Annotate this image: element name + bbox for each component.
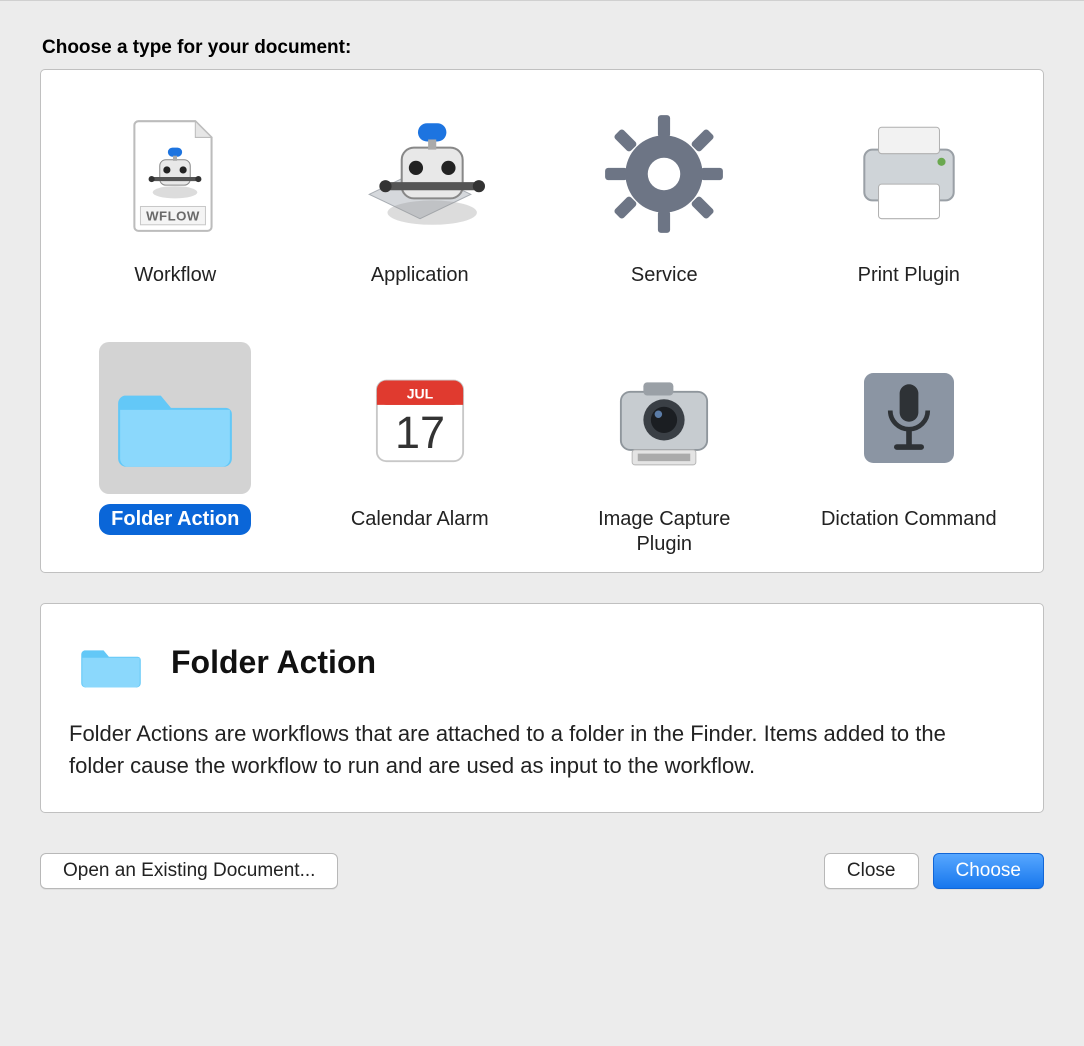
microphone-icon xyxy=(833,342,985,494)
automator-new-document-sheet: Choose a type for your document: Workflo… xyxy=(0,0,1084,1046)
detail-title: Folder Action xyxy=(171,644,376,681)
type-item-label: Folder Action xyxy=(99,504,251,535)
calendar-icon xyxy=(344,342,496,494)
detail-description: Folder Actions are workflows that are at… xyxy=(69,718,989,782)
type-item-label: Dictation Command xyxy=(809,504,1009,535)
type-item-application[interactable]: Application xyxy=(308,92,533,312)
detail-panel: Folder Action Folder Actions are workflo… xyxy=(40,603,1044,813)
type-item-image-capture-plugin[interactable]: Image Capture Plugin xyxy=(552,336,777,564)
camera-icon xyxy=(588,342,740,494)
close-button[interactable]: Close xyxy=(824,853,919,889)
choose-button[interactable]: Choose xyxy=(933,853,1045,889)
application-icon xyxy=(344,98,496,250)
folder-icon xyxy=(69,628,153,696)
type-item-label: Application xyxy=(359,260,481,291)
detail-header: Folder Action xyxy=(69,628,1015,696)
button-row: Open an Existing Document... Close Choos… xyxy=(40,853,1044,889)
type-item-service[interactable]: Service xyxy=(552,92,777,312)
type-item-dictation-command[interactable]: Dictation Command xyxy=(797,336,1022,564)
document-type-panel: Workflow Application Service Print Plugi… xyxy=(40,69,1044,573)
type-item-label: Image Capture Plugin xyxy=(564,504,764,560)
printer-icon xyxy=(833,98,985,250)
type-item-label: Service xyxy=(619,260,710,291)
type-item-calendar-alarm[interactable]: Calendar Alarm xyxy=(308,336,533,564)
workflow-icon xyxy=(99,98,251,250)
type-item-label: Print Plugin xyxy=(846,260,972,291)
document-type-grid: Workflow Application Service Print Plugi… xyxy=(63,92,1021,564)
type-item-label: Workflow xyxy=(122,260,228,291)
open-existing-button[interactable]: Open an Existing Document... xyxy=(40,853,338,889)
folder-icon xyxy=(99,342,251,494)
gear-icon xyxy=(588,98,740,250)
type-item-folder-action[interactable]: Folder Action xyxy=(63,336,288,564)
prompt-label: Choose a type for your document: xyxy=(42,37,1044,59)
type-item-print-plugin[interactable]: Print Plugin xyxy=(797,92,1022,312)
type-item-workflow[interactable]: Workflow xyxy=(63,92,288,312)
type-item-label: Calendar Alarm xyxy=(339,504,501,535)
